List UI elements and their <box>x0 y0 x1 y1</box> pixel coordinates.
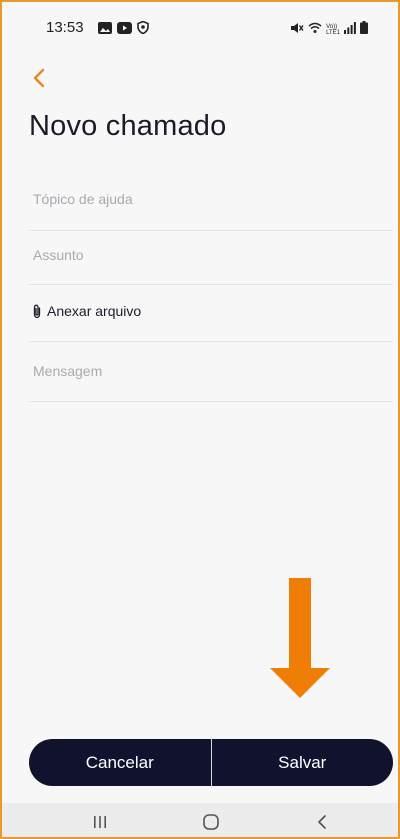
chevron-left-icon <box>33 68 45 88</box>
message-field-container <box>29 354 393 402</box>
help-topic-field-container <box>29 182 393 231</box>
recent-apps-button[interactable] <box>85 811 115 833</box>
battery-icon <box>360 21 368 39</box>
system-nav-bar <box>2 803 398 837</box>
signal-icon <box>344 21 356 39</box>
volte-lte-icon: Vo)) LTE1 <box>326 24 340 36</box>
status-right-icons: Vo)) LTE1 <box>290 21 368 39</box>
gallery-icon <box>98 21 112 39</box>
status-time: 13:53 <box>46 19 84 36</box>
cancel-button[interactable]: Cancelar <box>29 739 211 786</box>
recent-apps-icon <box>94 816 106 828</box>
wifi-icon <box>308 21 322 39</box>
home-icon <box>203 814 219 830</box>
shield-icon <box>137 20 149 39</box>
action-bar: Cancelar Salvar <box>29 739 393 786</box>
attach-file-button[interactable]: Anexar arquivo <box>29 294 393 342</box>
back-button[interactable] <box>28 66 52 90</box>
subject-field[interactable] <box>29 238 393 272</box>
phone-screen: 13:53 Vo)) LTE1 Novo chamado Tópico de a… <box>0 0 400 839</box>
subject-field-container <box>29 238 393 285</box>
status-bar: 13:53 Vo)) LTE1 <box>2 2 398 54</box>
message-field[interactable] <box>29 354 393 388</box>
page-title: Novo chamado <box>29 110 227 142</box>
lte-text: LTE1 <box>326 30 340 36</box>
paperclip-icon <box>32 304 42 319</box>
help-topic-field[interactable] <box>29 182 393 216</box>
down-arrow-icon <box>270 578 330 698</box>
status-left-icons <box>98 20 149 39</box>
youtube-icon <box>117 21 132 39</box>
back-icon <box>318 815 326 829</box>
save-button[interactable]: Salvar <box>212 739 394 786</box>
nav-back-button[interactable] <box>307 811 337 833</box>
attach-file-label: Anexar arquivo <box>47 303 142 319</box>
home-button[interactable] <box>196 811 226 833</box>
mute-icon <box>290 21 304 39</box>
